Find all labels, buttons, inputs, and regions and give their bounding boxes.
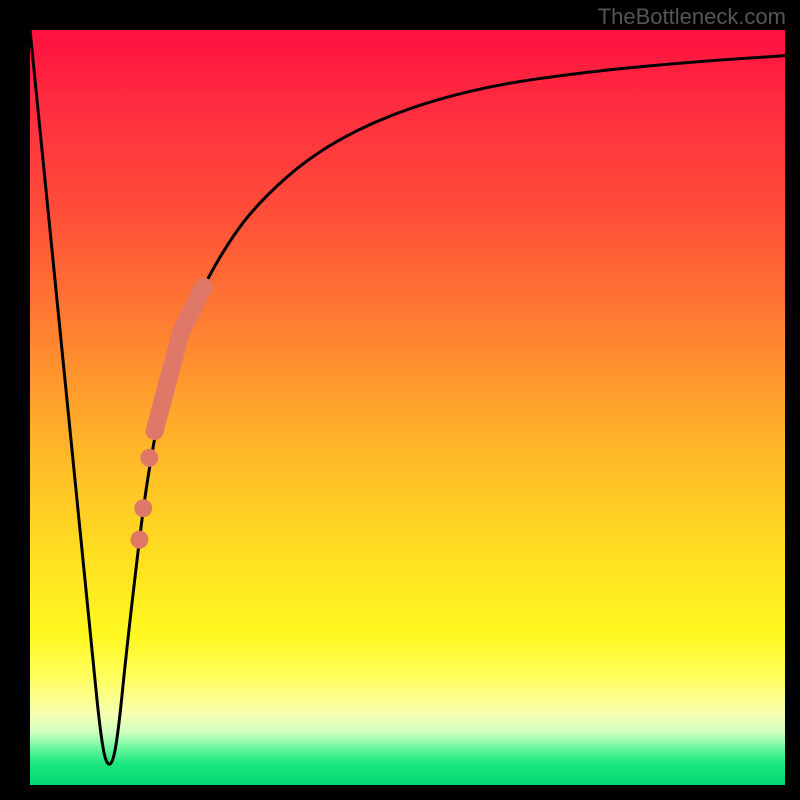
marker-dot xyxy=(134,499,152,517)
marker-segment xyxy=(155,287,204,431)
watermark: TheBottleneck.com xyxy=(598,4,786,30)
chart-svg xyxy=(30,30,785,785)
curve-line xyxy=(30,30,785,764)
marker-dot xyxy=(140,449,158,467)
plot-area xyxy=(30,30,785,785)
marker-group xyxy=(130,287,203,549)
marker-dot xyxy=(130,531,148,549)
